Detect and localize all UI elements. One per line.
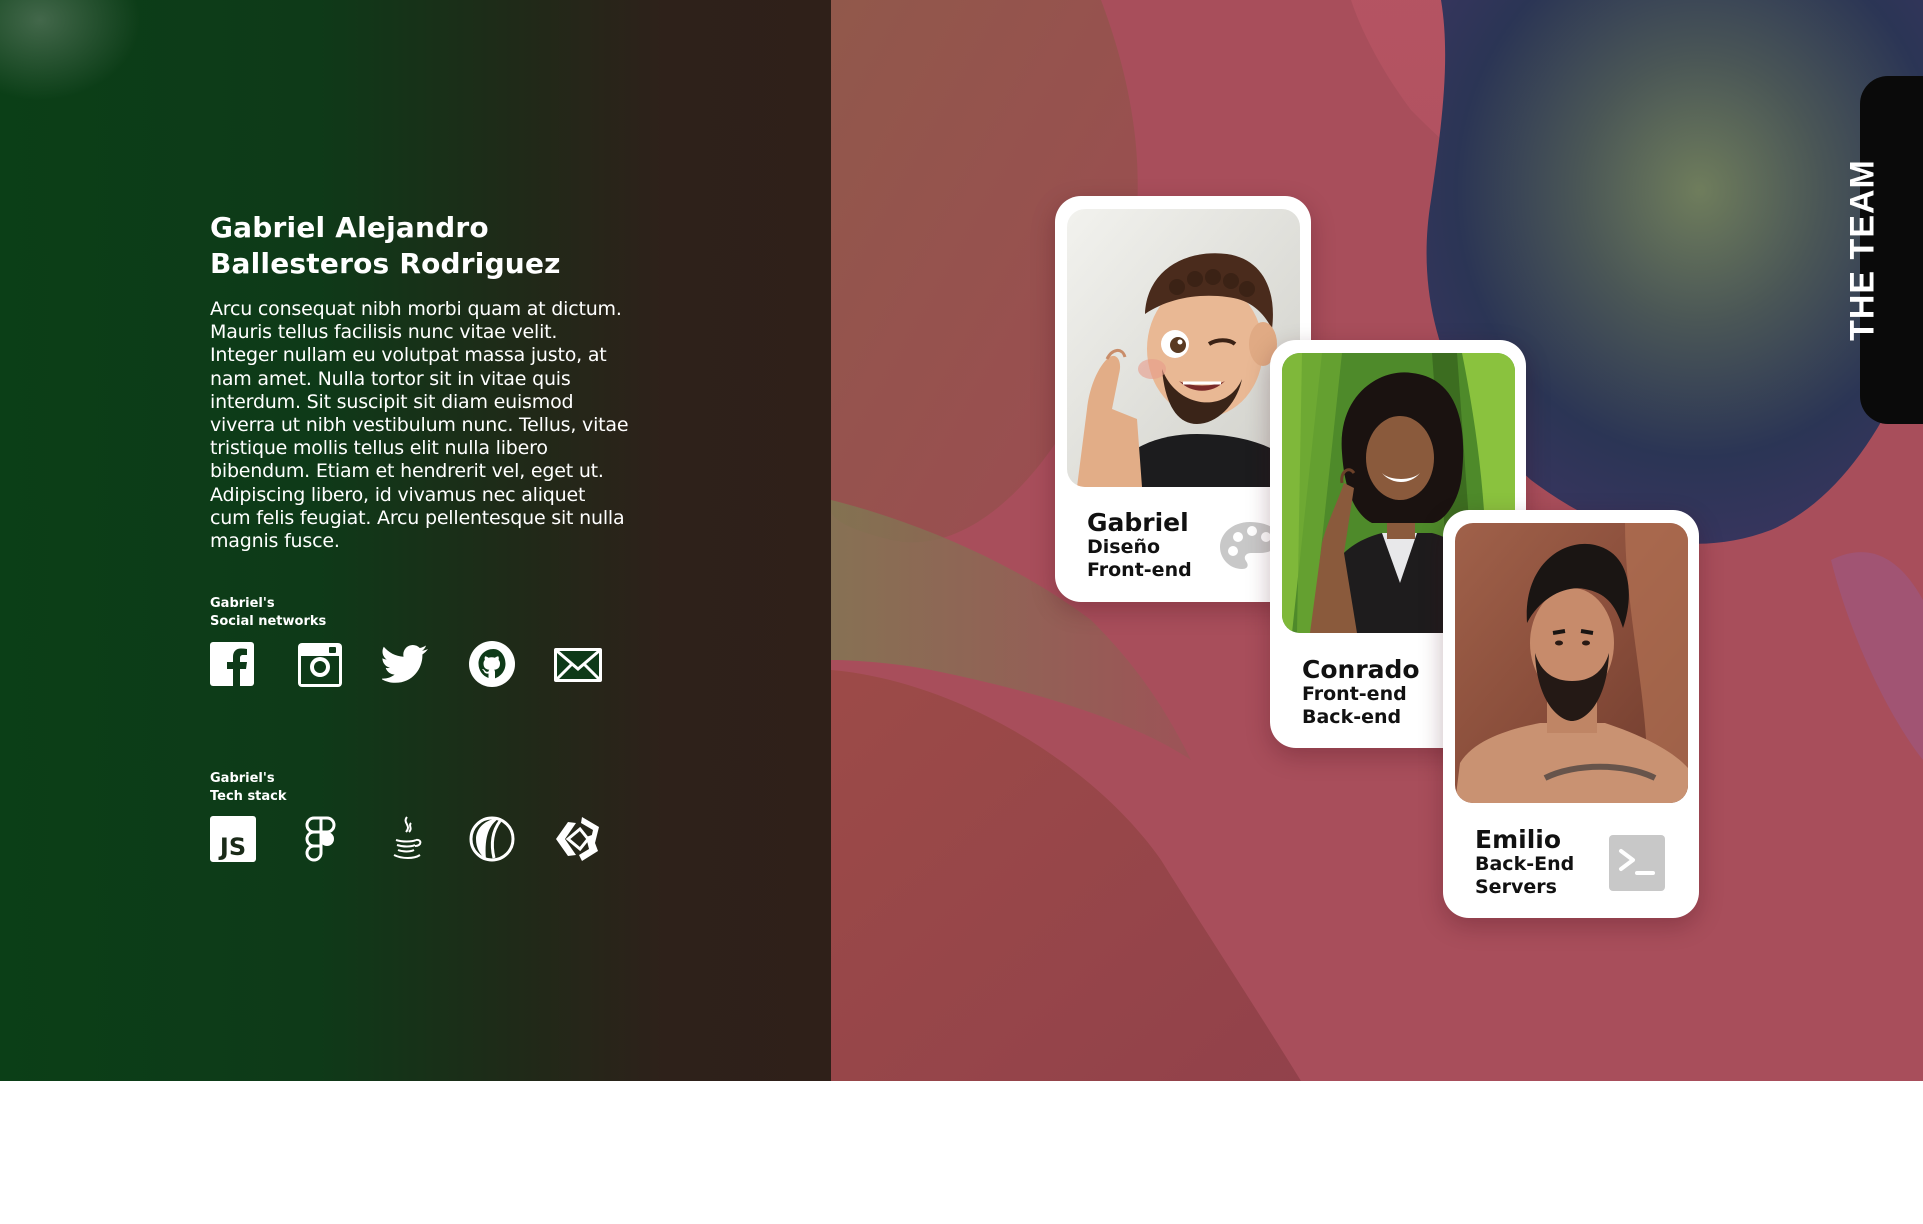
javascript-icon: JS [210, 815, 258, 863]
java-icon [382, 815, 430, 863]
team-card-emilio[interactable]: Emilio Back-End Servers [1443, 510, 1699, 918]
emilio-role-1: Back-End [1475, 853, 1575, 875]
social-networks-label: Gabriel's Social networks [210, 595, 326, 631]
gabriel-roles: Diseño Front-end [1087, 536, 1192, 582]
gabriel-role-1: Diseño [1087, 536, 1161, 558]
tech-stack-label: Gabriel's Tech stack [210, 770, 287, 806]
instagram-icon[interactable] [296, 640, 344, 688]
github-icon[interactable] [468, 640, 516, 688]
facebook-icon[interactable] [210, 640, 258, 688]
js-label: JS [218, 833, 246, 861]
member-bio: Arcu consequat nibh morbi quam at dictum… [210, 298, 629, 553]
tech-label-line-1: Gabriel's [210, 771, 275, 786]
social-icons-row [210, 640, 640, 688]
unity-icon [554, 815, 602, 863]
social-label-line-2: Social networks [210, 614, 327, 629]
figma-icon [296, 815, 344, 863]
emilio-role-2: Servers [1475, 876, 1557, 898]
corner-glow [0, 0, 140, 100]
social-label-line-1: Gabriel's [210, 596, 275, 611]
conrado-role-2: Back-end [1302, 706, 1402, 728]
eclipse-icon [468, 815, 516, 863]
name-line-2: Ballesteros Rodriguez [210, 247, 561, 280]
gabriel-photo [1067, 209, 1300, 487]
team-label: THE TEAM [1843, 159, 1882, 341]
gabriel-name: Gabriel [1087, 508, 1189, 537]
emilio-photo [1455, 523, 1688, 803]
name-line-1: Gabriel Alejandro [210, 211, 489, 244]
conrado-role-1: Front-end [1302, 683, 1407, 705]
member-full-name: Gabriel Alejandro Ballesteros Rodriguez [210, 210, 630, 282]
conrado-name: Conrado [1302, 655, 1420, 684]
tech-label-line-2: Tech stack [210, 789, 287, 804]
terminal-icon [1609, 835, 1665, 895]
twitter-icon[interactable] [382, 640, 430, 688]
emilio-name: Emilio [1475, 825, 1562, 854]
mail-icon[interactable] [554, 640, 602, 688]
gabriel-role-2: Front-end [1087, 559, 1192, 581]
conrado-roles: Front-end Back-end [1302, 683, 1407, 729]
emilio-roles: Back-End Servers [1475, 853, 1574, 899]
tech-icons-row: JS [210, 815, 640, 863]
